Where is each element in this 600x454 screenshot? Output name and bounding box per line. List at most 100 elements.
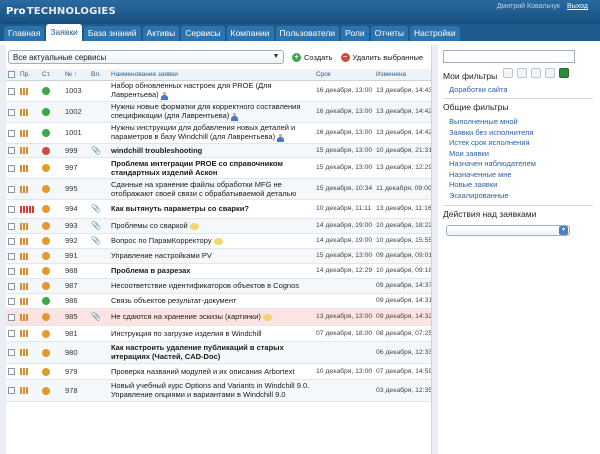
paperclip-icon[interactable]: 📎 (91, 204, 101, 213)
row-checkbox[interactable] (8, 330, 15, 338)
row-checkbox[interactable] (8, 349, 15, 357)
row-checkbox[interactable] (8, 87, 15, 95)
tab-5[interactable]: Компании (226, 26, 274, 41)
row-checkbox[interactable] (8, 368, 15, 376)
table-row[interactable]: 1002 Нужны новые форматки для корректного… (6, 101, 431, 123)
table-row[interactable]: 993 📎 Проблемы со сваркой 14 декабря, 19:00… (6, 218, 431, 234)
header-status[interactable]: Ст. (40, 69, 63, 81)
tab-3[interactable]: Активы (142, 26, 180, 41)
row-checkbox[interactable] (8, 252, 15, 260)
row-checkbox[interactable] (8, 108, 15, 116)
ticket-title-link[interactable]: Не сдаются на хранение эскизы (картинки) (111, 312, 261, 321)
logout-link[interactable]: Выход (567, 3, 588, 10)
excel-export-icon[interactable] (559, 68, 569, 78)
header-select[interactable] (6, 69, 18, 81)
paperclip-icon[interactable]: 📎 (91, 146, 101, 155)
filter-add-icon[interactable] (517, 68, 527, 78)
common-filter-link[interactable]: Истек срок исполнения (449, 138, 530, 147)
header-due[interactable]: Срок (314, 69, 374, 81)
ticket-title-link[interactable]: Как вытянуть параметры со сварки? (111, 204, 249, 213)
table-row[interactable]: 988 Проблема в разрезах 14 декабря, 12:29 1… (6, 263, 431, 279)
paperclip-icon[interactable]: 📎 (91, 312, 101, 321)
table-row[interactable]: 979 Проверка названий модулей и их описан… (6, 363, 431, 380)
tab-6[interactable]: Пользователи (275, 26, 340, 41)
ticket-title-link[interactable]: Нужны новые форматки для корректного сос… (111, 102, 300, 120)
ticket-actions-select[interactable]: ▾ (446, 225, 570, 236)
table-row[interactable]: 981 Инструкция по загрузке изделия в Wind… (6, 325, 431, 342)
row-checkbox[interactable] (8, 237, 15, 245)
ticket-title-link[interactable]: Проблемы со сваркой (111, 221, 188, 230)
ticket-title-link[interactable]: Проблема в разрезах (111, 266, 190, 275)
header-changed[interactable]: Изменена (374, 69, 431, 81)
ticket-title-link[interactable]: Набор обновленных настроек для PROE (Для… (111, 81, 272, 99)
filter-help-icon[interactable] (503, 68, 513, 78)
table-row[interactable]: 995 Сданные на хранение файлы обработки M… (6, 178, 431, 200)
ticket-title-link[interactable]: Как настроить удаление публикаций в стар… (111, 343, 284, 361)
my-filter-link[interactable]: Доработки сайта (449, 85, 508, 94)
row-checkbox[interactable] (8, 267, 15, 275)
ticket-title-link[interactable]: Проверка названий модулей и их описания … (111, 367, 295, 376)
filter-edit-icon[interactable] (531, 68, 541, 78)
row-checkbox[interactable] (8, 282, 15, 290)
tab-8[interactable]: Отчеты (370, 26, 408, 41)
create-ticket-button[interactable]: + Создать (292, 52, 333, 62)
common-filter-link[interactable]: Назначенные мне (449, 170, 512, 179)
table-row[interactable]: 992 📎 Вопрос по ПарамКорректору 14 декабря,… (6, 233, 431, 249)
table-row[interactable]: 1001 Нужны инструкции для добавления новы… (6, 122, 431, 144)
ticket-title-link[interactable]: Нужны инструкции для добавления новых де… (111, 123, 295, 141)
ticket-title-link[interactable]: Вопрос по ПарамКорректору (111, 236, 212, 245)
table-row[interactable]: 980 Как настроить удаление публикаций в с… (6, 341, 431, 364)
table-row[interactable]: 985 📎 Не сдаются на хранение эскизы (карти… (6, 308, 431, 326)
common-filter-link[interactable]: Эскалированные (449, 191, 509, 200)
tab-2[interactable]: База знаний (83, 26, 141, 41)
table-row[interactable]: 991 Управление настройками PV 15 декабря, … (6, 248, 431, 264)
common-filter-link[interactable]: Заявки без исполнителя (449, 128, 533, 137)
header-attachments[interactable]: Вл. (89, 69, 109, 81)
row-checkbox[interactable] (8, 164, 15, 172)
tab-0[interactable]: Главная (4, 26, 45, 41)
table-row[interactable]: 986 Связь объектов результат-документ 09 д… (6, 293, 431, 309)
header-title[interactable]: Наименование заявки (109, 69, 314, 81)
delete-selected-button[interactable]: − Удалить выбранные (340, 52, 423, 62)
tab-1[interactable]: Заявки (46, 24, 82, 41)
search-input[interactable] (443, 50, 575, 63)
tab-7[interactable]: Роли (341, 26, 369, 41)
table-row[interactable]: 999 📎 windchill troubleshooting 15 декабря,… (6, 143, 431, 158)
table-row[interactable]: 978 Новый учебный курс Options and Varian… (6, 379, 431, 402)
row-checkbox[interactable] (8, 129, 15, 137)
tab-4[interactable]: Сервисы (181, 26, 225, 41)
service-filter-select[interactable]: Все актуальные сервисы ▼ (8, 50, 284, 64)
header-priority[interactable]: Пр. (18, 69, 40, 81)
ticket-title-link[interactable]: Связь объектов результат-документ (111, 296, 236, 305)
tab-9[interactable]: Настройки (409, 26, 460, 41)
table-row[interactable]: 997 Проблема интеграции PROE со справочни… (6, 157, 431, 179)
ticket-title-link[interactable]: Несоответствие идентификаторов объектов … (111, 281, 299, 290)
row-checkbox[interactable] (8, 222, 15, 230)
row-checkbox[interactable] (8, 185, 15, 193)
table-row[interactable]: 1003 Набор обновленных настроек для PROE … (6, 80, 431, 102)
common-filter-link[interactable]: Мои заявки (449, 149, 489, 158)
ticket-title-link[interactable]: Сданные на хранение файлы обработки MFG … (111, 180, 296, 198)
header-number[interactable]: № ↑ (63, 69, 89, 81)
logo[interactable]: Pro TECHNOLOGIES (5, 4, 116, 18)
ticket-title-link[interactable]: Управление настройками PV (111, 251, 212, 260)
filter-delete-icon[interactable] (545, 68, 555, 78)
common-filter-link[interactable]: Назначен наблюдателем (449, 159, 536, 168)
paperclip-icon[interactable]: 📎 (91, 221, 101, 230)
ticket-title-link[interactable]: Новый учебный курс Options and Variants … (111, 381, 309, 399)
table-row[interactable]: 994 📎 Как вытянуть параметры со сварки? 10 … (6, 199, 431, 219)
row-checkbox[interactable] (8, 313, 15, 321)
table-row[interactable]: 987 Несоответствие идентификаторов объект… (6, 278, 431, 294)
common-filter-link[interactable]: Выполненные мной (449, 117, 518, 126)
ticket-title-link[interactable]: Проблема интеграции PROE со справочником… (111, 159, 283, 177)
ticket-title-link[interactable]: windchill troubleshooting (111, 146, 202, 155)
row-checkbox[interactable] (8, 387, 15, 395)
row-checkbox[interactable] (8, 297, 15, 305)
row-checkbox[interactable] (8, 205, 15, 213)
paperclip-icon[interactable]: 📎 (91, 236, 101, 245)
select-all-checkbox[interactable] (8, 70, 15, 78)
current-user[interactable]: Дмитрий Ковальчук (497, 3, 560, 10)
common-filter-link[interactable]: Новые заявки (449, 180, 497, 189)
ticket-title-link[interactable]: Инструкция по загрузке изделия в Windchi… (111, 329, 262, 338)
row-checkbox[interactable] (8, 147, 15, 155)
